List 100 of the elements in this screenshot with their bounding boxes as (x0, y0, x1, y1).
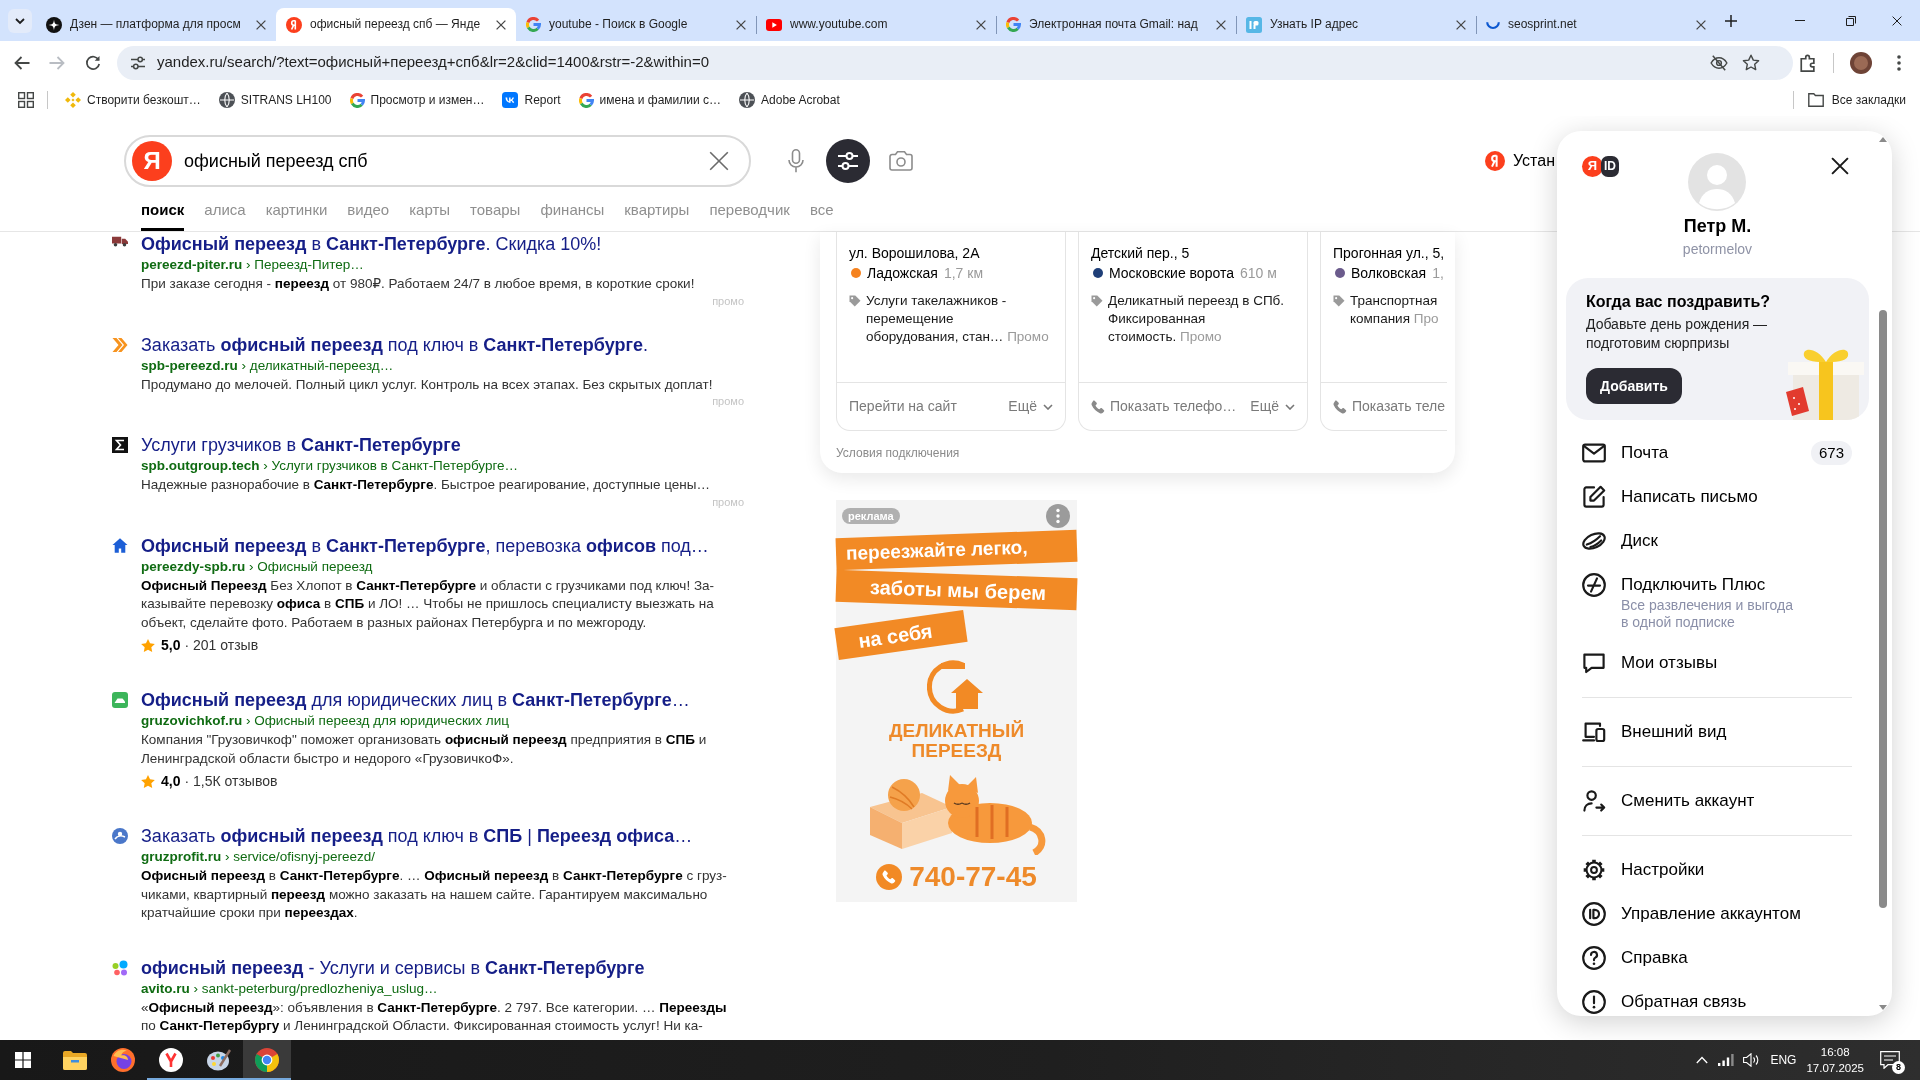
logo-letter[interactable]: Я (1582, 156, 1603, 177)
chevron-up-icon[interactable] (1696, 1056, 1709, 1064)
restore-icon[interactable] (1846, 15, 1856, 26)
browser-tab[interactable]: www.youtube.com (756, 8, 996, 41)
menu-item[interactable]: Написать письмо (1582, 485, 1852, 509)
result-title-link[interactable]: Офисный переезд для юридических лиц в Санкт-Петербурге… (141, 689, 690, 711)
menu-item[interactable]: Справка (1582, 946, 1852, 970)
browser-tab[interactable]: Дзен — платформа для просм (36, 8, 276, 41)
more-dropdown[interactable]: Ещё (1008, 397, 1053, 416)
address-field[interactable]: yandex.ru/search/?text=офисный+переезд+спб&lr=2&clid=1400&rstr=-2&within=0 (117, 45, 1793, 80)
round-logo-icon[interactable] (111, 1048, 135, 1072)
result-url-link[interactable]: spb.outgroup.tech › Услуги грузчиков в Санкт-Петербурге… (141, 456, 519, 476)
clock[interactable]: 16:08 17.07.2025 (1806, 1044, 1864, 1076)
close-icon[interactable] (1456, 19, 1466, 30)
browser-tab[interactable]: Электронная почта Gmail: над (996, 8, 1236, 41)
folder-icon[interactable] (63, 1050, 87, 1070)
plus-icon[interactable] (1725, 14, 1737, 27)
menu-item[interactable]: Почта 673 (1582, 441, 1852, 465)
filters-icon[interactable] (826, 139, 870, 183)
bookmark-link[interactable]: Просмотр и измен… (340, 88, 494, 112)
terms-link[interactable]: Условия подключения (836, 444, 960, 462)
result-url-link[interactable]: avito.ru › sankt-peterburg/predlozheniya_uslug… (141, 978, 438, 999)
reviews-count[interactable]: · 1,5К отзывов (184, 771, 278, 791)
more-dropdown[interactable]: Ещё (1250, 397, 1295, 416)
all-bookmarks-link[interactable]: Все закладки (1807, 92, 1906, 108)
circle-logo-icon[interactable] (159, 1048, 183, 1072)
result-url-link[interactable]: spb-pereezd.ru › деликатный-переезд… (141, 355, 394, 376)
menu-item[interactable]: Диск (1582, 529, 1852, 553)
close-icon[interactable] (1892, 15, 1902, 26)
close-icon[interactable] (976, 19, 986, 30)
place-card[interactable]: Детский пер., 5 Московские ворота 610 м Деликатный переезд в СПб. Фиксированная стоимость. Промо Показать телефо… Ещё (1078, 232, 1308, 431)
close-icon[interactable] (1696, 19, 1706, 30)
browser-tab[interactable]: Узнать IP адрес (1236, 8, 1476, 41)
close-icon[interactable] (256, 19, 266, 30)
menu-item[interactable]: Настройки (1582, 858, 1852, 882)
place-card[interactable]: ул. Ворошилова, 2А Ладожская 1,7 км Услуги такелажников - перемещение оборудования, стан… Промо Перейти на сайт Ещё (836, 232, 1066, 431)
bookmark-link[interactable]: имена и фамилии с… (569, 88, 731, 112)
search-field[interactable]: Я офисный переезд спб (124, 135, 751, 187)
result-title-link[interactable]: Заказать офисный переезд под ключ в СПБ | Переезд офиса… (141, 825, 693, 847)
site-link[interactable]: Перейти на сайт (849, 397, 957, 416)
notification-icon[interactable] (1880, 1051, 1900, 1069)
menu-item[interactable]: Сменить аккаунт (1582, 789, 1852, 813)
star-icon[interactable] (1742, 53, 1760, 72)
close-icon[interactable] (1831, 157, 1849, 175)
language-indicator[interactable]: ENG (1770, 1052, 1797, 1068)
close-icon[interactable] (496, 19, 506, 30)
kebab-menu-icon[interactable] (1897, 54, 1901, 71)
clear-icon[interactable] (709, 151, 729, 171)
browser-tab[interactable]: seosprint.net (1476, 8, 1716, 41)
menu-item[interactable]: Внешний вид (1582, 720, 1852, 744)
reload-icon[interactable] (85, 54, 101, 71)
scroll-up-icon[interactable] (1879, 137, 1887, 142)
menu-item[interactable]: Управление аккаунтом (1582, 902, 1852, 926)
puzzle-icon[interactable] (1799, 53, 1817, 72)
signal-icon[interactable] (1718, 1054, 1735, 1066)
result-title-link[interactable]: Офисный переезд в Санкт-Петербурге, перевозка офисов под… (141, 534, 709, 557)
result-url-link[interactable]: gruzprofit.ru › service/ofisnyj-pereezd/ (141, 847, 376, 867)
result-title-link[interactable]: Офисный переезд в Санкт-Петербурге. Скидка 10%! (141, 233, 602, 255)
show-phone-link[interactable]: Показать теле (1333, 397, 1445, 416)
result-url-link[interactable]: pereezdy-spb.ru › Офисный переезд (141, 556, 373, 577)
bookmark-link[interactable]: Adobe Acrobat (730, 88, 849, 112)
site-logo[interactable]: Я (132, 141, 172, 181)
chevron-down-icon[interactable] (1043, 403, 1053, 410)
result-url-link[interactable]: gruzovichkof.ru › Офисный переезд для юридических лиц (141, 711, 509, 731)
result-title-link[interactable]: Услуги грузчиков в Санкт-Петербурге (141, 434, 461, 456)
install-link[interactable]: Устан (1485, 151, 1555, 171)
back-arrow-icon[interactable] (14, 55, 30, 70)
avatar-icon[interactable] (1850, 51, 1872, 74)
chevron-down-icon[interactable] (1285, 403, 1295, 410)
bookmark-link[interactable]: SITRANS LH100 (209, 88, 341, 112)
reviews-count[interactable]: · 201 отзыв (184, 635, 259, 655)
result-title-link[interactable]: Заказать офисный переезд под ключ в Санкт-Петербурге. (141, 333, 648, 356)
tune-icon[interactable] (130, 54, 146, 71)
close-icon[interactable] (1216, 19, 1226, 30)
menu-item[interactable]: Мои отзывы (1582, 651, 1852, 675)
eye-off-icon[interactable] (1710, 53, 1728, 72)
result-title-link[interactable]: офисный переезд - Услуги и сервисы в Санкт-Петербурге (141, 956, 645, 979)
ring-logo-icon[interactable] (255, 1048, 279, 1072)
browser-tab[interactable]: офисный переезд спб — Янде (276, 8, 516, 41)
volume-icon[interactable] (1743, 1053, 1761, 1067)
menu-item[interactable]: Подключить Плюс Все развлечения и выгода в одной подписке (1582, 573, 1852, 631)
palette-icon[interactable] (207, 1049, 231, 1071)
result-url-link[interactable]: pereezd-piter.ru › Переезд-Питер… (141, 255, 364, 275)
bookmark-link[interactable]: Створити безкошт… (56, 88, 210, 112)
bookmark-link[interactable]: Report (493, 88, 570, 112)
taskbar-button[interactable] (243, 1040, 291, 1080)
apps-grid-icon[interactable] (18, 92, 34, 108)
windows-logo-icon[interactable] (15, 1052, 31, 1068)
menu-item[interactable]: Обратная связь (1582, 990, 1852, 1014)
scrollbar-thumb[interactable] (1879, 310, 1887, 908)
browser-tab[interactable]: youtube - Поиск в Google (516, 8, 756, 41)
place-card[interactable]: Прогонная ул., 5, Волковская 1, Транспортная компания Про Показать теле (1320, 232, 1447, 431)
add-button[interactable]: Добавить (1586, 368, 1682, 404)
show-phone-link[interactable]: Показать телефо… (1091, 397, 1237, 416)
camera-icon[interactable] (889, 151, 913, 171)
chevron-down-icon[interactable] (8, 8, 32, 33)
search-tab[interactable]: поиск (141, 201, 185, 231)
logo-tag[interactable]: ID (1601, 156, 1619, 177)
close-icon[interactable] (736, 19, 746, 30)
scroll-down-icon[interactable] (1879, 1005, 1887, 1010)
